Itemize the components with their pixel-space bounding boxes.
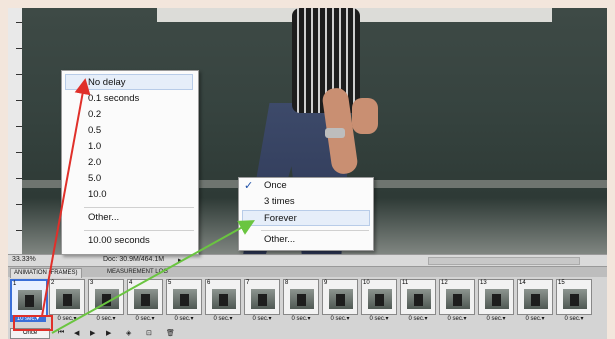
green-arrow	[51, 220, 255, 334]
red-arrow	[41, 78, 91, 317]
annotation-arrows	[41, 78, 255, 334]
screenshot-frame: 33.33% Doc: 30.9M/464.1M ▸ ANIMATION (FR…	[0, 0, 615, 339]
